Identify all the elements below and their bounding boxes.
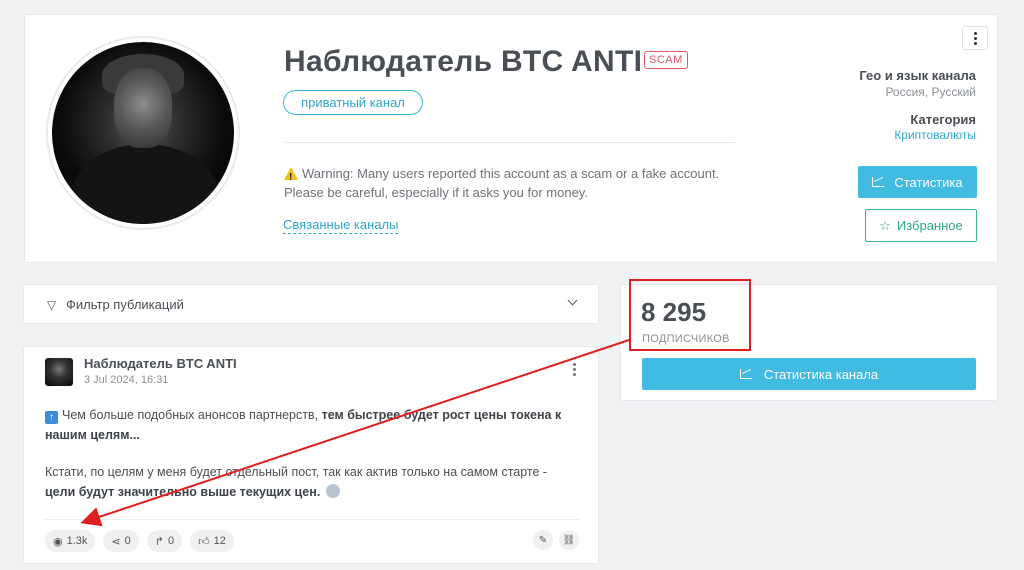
post-menu-button[interactable] [573, 363, 576, 376]
favorite-button[interactable]: ☆ Избранное [865, 209, 977, 242]
thinking-emoji-icon [325, 484, 340, 498]
link-icon[interactable]: ⛓ [559, 530, 579, 550]
post-author-name[interactable]: Наблюдатель BTC ANTI [84, 356, 237, 371]
forward-icon: ↱ [154, 535, 164, 548]
more-options-button[interactable] [962, 26, 988, 50]
post-paragraph-2: Кстати, по целям у меня будет отдельный … [45, 465, 548, 499]
warning-text-line1: Warning: Many users reported this accoun… [302, 166, 720, 181]
statistics-button[interactable]: Статистика [858, 166, 977, 198]
eye-icon: ◉ [53, 535, 63, 548]
edit-icon[interactable]: ✎ [533, 530, 553, 550]
channel-profile-card: Наблюдатель BTC ANTI SCAM приватный кана… [24, 14, 998, 263]
scam-badge: SCAM [644, 51, 688, 69]
channel-title: Наблюдатель BTC ANTI [284, 45, 643, 78]
post-author-avatar [45, 358, 73, 386]
chart-icon [872, 177, 885, 187]
filter-icon: ▽ [47, 298, 57, 312]
share-icon: ⋖ [111, 535, 121, 548]
publication-filter[interactable]: ▽ Фильтр публикаций [23, 284, 599, 324]
shares-count: ⋖ 0 [103, 530, 139, 552]
channel-statistics-button-label: Статистика канала [763, 366, 879, 382]
channel-avatar [46, 36, 240, 230]
favorite-button-label: Избранное [896, 218, 963, 233]
geo-language-label: Гео и язык канала [859, 68, 976, 83]
star-icon: ☆ [879, 217, 891, 233]
channel-statistics-button[interactable]: Статистика канала [642, 358, 976, 390]
subscribers-card: 8 295 ПОДПИСЧИКОВ Статистика канала [620, 284, 998, 401]
category-label: Категория [910, 112, 976, 127]
private-channel-badge: приватный канал [283, 90, 423, 115]
filter-label: Фильтр публикаций [66, 297, 184, 312]
thumbs-up-icon: 👍︎ [198, 535, 210, 548]
post-date: 3 Jul 2024, 16:31 [84, 374, 169, 386]
post-paragraph-1: ↑ Чем больше подобных анонсов партнерств,… [45, 408, 562, 442]
chevron-down-icon[interactable] [567, 295, 578, 306]
divider [45, 519, 580, 520]
warning-text-line2: Please be careful, especially if it asks… [284, 185, 588, 200]
statistics-button-label: Статистика [894, 174, 963, 190]
up-arrow-emoji-icon: ↑ [45, 411, 58, 424]
views-count: ◉ 1.3k [45, 530, 96, 552]
post-text: ↑ Чем больше подобных анонсов партнерств,… [45, 405, 565, 502]
divider [283, 142, 735, 143]
chart-icon [739, 369, 752, 379]
post-card: Наблюдатель BTC ANTI 3 Jul 2024, 16:31 ↑… [23, 346, 599, 564]
warning-icon [284, 167, 298, 187]
related-channels-link[interactable]: Связанные каналы [283, 217, 399, 234]
category-link[interactable]: Криптовалюты [894, 128, 976, 142]
subscribers-count: 8 295 [641, 297, 707, 327]
subscribers-label: ПОДПИСЧИКОВ [642, 333, 730, 345]
scam-warning: Warning: Many users reported this accoun… [284, 164, 744, 202]
forwards-count: ↱ 0 [146, 530, 183, 552]
geo-language-value: Россия, Русский [885, 85, 976, 99]
likes-count: 👍︎ 12 [190, 530, 234, 552]
